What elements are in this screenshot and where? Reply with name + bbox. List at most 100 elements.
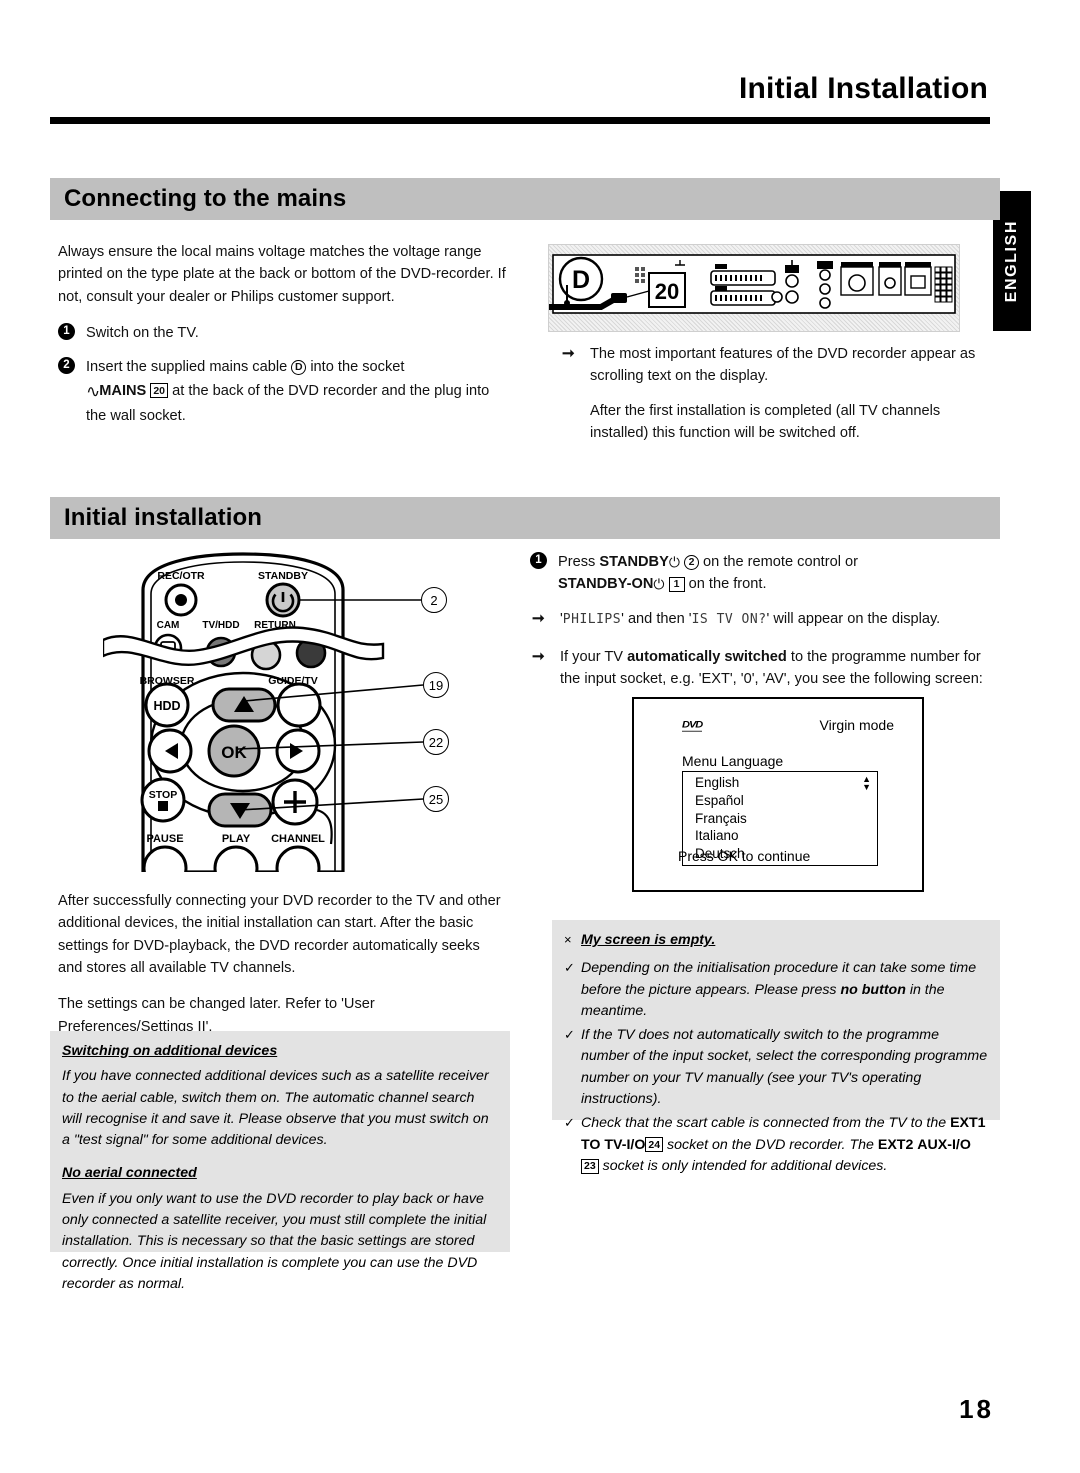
tip-right-item-1-bold: no button (840, 981, 906, 998)
tip-right-heading-row: × My screen is empty. (564, 930, 988, 955)
svg-text:STANDBY: STANDBY (258, 570, 308, 582)
menu-option-english[interactable]: English (683, 774, 877, 792)
menu-option-italiano[interactable]: Italiano (683, 827, 877, 845)
check-icon: ✓ (564, 1115, 575, 1131)
mains-note-1-text: The most important features of the DVD r… (590, 346, 976, 385)
tip-box-right: × My screen is empty. ✓ Depending on the… (552, 920, 1000, 1174)
socket-ref-23: 23 (581, 1158, 599, 1174)
page-title: Initial Installation (738, 72, 988, 105)
tv-screen-mockup: DVD Virgin mode Menu Language ▲ ▼ English… (632, 697, 924, 892)
arrow-right-icon: ➞ (562, 345, 575, 362)
cable-ref-badge: D (291, 360, 307, 376)
svg-text:TV/HDD: TV/HDD (202, 620, 239, 631)
mains-step-1: 1 Switch on the TV. (58, 322, 513, 344)
step-number-badge: 1 (58, 322, 75, 340)
mains-note-2-text: After the first installation is complete… (590, 402, 941, 441)
menu-option-espanol[interactable]: Español (683, 792, 877, 810)
mains-step-2: 2 Insert the supplied mains cable D into… (58, 356, 513, 427)
install-note-switched: ➞ If your TV automatically switched to t… (530, 646, 1000, 691)
mains-socket-ref: 20 (150, 383, 169, 399)
tip-right-item-3-b: socket on the DVD recorder. The (667, 1136, 874, 1153)
mains-right-column: ➞ The most important features of the DVD… (560, 343, 1000, 456)
install-note-display-mid: and then (627, 610, 685, 627)
svg-text:PLAY: PLAY (222, 833, 251, 845)
tip-right-item-3-c: socket is only intended for additional d… (602, 1157, 888, 1174)
mains-step-2-text-a: Insert the supplied mains cable (86, 359, 288, 376)
install-note-switched-pre: If your TV (560, 649, 623, 666)
remote-callout-22: 22 (423, 729, 449, 755)
arrow-right-icon: ➞ (532, 609, 545, 627)
install-step-1-press: Press (558, 554, 596, 570)
svg-text:HDD: HDD (153, 699, 180, 713)
dvd-logo-icon: DVD (682, 720, 703, 732)
display-text-philips: PHILIPS (562, 611, 622, 627)
svg-text:20: 20 (655, 279, 679, 304)
standby-ref-badge: 2 (683, 554, 699, 570)
manual-page: Initial Installation ENGLISH Connecting … (0, 0, 1080, 1473)
standby-on-button-label: STANDBY-ON (558, 576, 654, 593)
install-note-display: ➞ 'PHILIPS' and then 'IS TV ON?' will ap… (532, 609, 941, 627)
tip-right-item-2-text: If the TV does not automatically switch … (581, 1027, 988, 1108)
tip-right-item-3: ✓ Check that the scart cable is connecte… (564, 1113, 988, 1177)
svg-text:D: D (572, 266, 590, 294)
tip-right-heading: My screen is empty. (581, 932, 716, 948)
step-number-badge: 1 (530, 552, 547, 569)
install-step-1: 1 Press STANDBY⏻ 2 on the remote control… (530, 551, 1000, 596)
mains-step-2-text-b: into the socket (310, 359, 405, 376)
install-paragraph-1: After successfully connecting your DVD r… (58, 893, 501, 976)
mains-left-column: Always ensure the local mains voltage ma… (58, 241, 513, 439)
tip-left-heading-2: No aerial connected (62, 1165, 197, 1182)
standby-button-label: STANDBY (599, 554, 669, 570)
section-heading-install-label: Initial installation (64, 504, 263, 531)
install-note-switched-bold: automatically switched (627, 649, 787, 666)
section-heading-mains-label: Connecting to the mains (64, 185, 347, 212)
language-tab-label: ENGLISH (1003, 219, 1020, 303)
ac-wave-icon: ∿ (86, 381, 100, 401)
tip-right-item-1: ✓ Depending on the initialisation proced… (564, 958, 988, 1022)
tip-right-item-2: ✓ If the TV does not automatically switc… (564, 1025, 988, 1110)
install-right-column: 1 Press STANDBY⏻ 2 on the remote control… (530, 551, 1000, 703)
aux-io-label: AUX-I/O (917, 1136, 971, 1153)
socket-ref-24: 24 (645, 1137, 664, 1153)
menu-option-francais[interactable]: Français (683, 810, 877, 828)
svg-text:PAUSE: PAUSE (146, 833, 183, 845)
arrow-right-icon: ➞ (532, 648, 545, 666)
mains-socket-label: MAINS (99, 382, 147, 399)
title-rule (50, 117, 990, 124)
mains-intro: Always ensure the local mains voltage ma… (58, 244, 506, 305)
remote-control-svg: REC/OTR STANDBY CAM TV/HDD RETURN BROWSE… (101, 552, 424, 891)
remote-control-illustration: REC/OTR STANDBY CAM TV/HDD RETURN BROWSE… (101, 552, 463, 891)
install-left-column: After successfully connecting your DVD r… (58, 890, 508, 1038)
mains-step-2-text-c: at the back of the DVD recorder and the … (86, 382, 490, 424)
install-note-display-tail: will appear on the display. (773, 610, 941, 627)
to-tv-io-label: TO TV-I/O (581, 1136, 646, 1153)
tip-left-body-1: If you have connected additional devices… (62, 1068, 489, 1149)
step-number-badge: 2 (58, 357, 75, 375)
svg-text:CHANNEL: CHANNEL (271, 833, 325, 845)
tip-left-body-2: Even if you only want to use the DVD rec… (62, 1190, 487, 1292)
tv-mode-label: Virgin mode (819, 717, 894, 733)
svg-text:REC/OTR: REC/OTR (157, 570, 205, 582)
page-number: 18 (959, 1394, 994, 1424)
tip-right-item-3-a: Check that the scart cable is connected … (581, 1115, 947, 1132)
standby-on-ref-badge: 1 (668, 577, 685, 593)
install-step-1-remote-text: on the remote control or (703, 554, 858, 570)
tv-footer-hint: Press OK to continue (678, 848, 811, 864)
cross-icon: × (564, 932, 572, 947)
mains-note-1: ➞ The most important features of the DVD… (560, 343, 1000, 388)
check-icon: ✓ (564, 1027, 575, 1043)
svg-text:STOP: STOP (149, 789, 177, 801)
rear-panel-illustration: D 20 (548, 244, 960, 332)
remote-callout-2: 2 (421, 587, 447, 613)
ext2-label: EXT2 (877, 1136, 914, 1153)
menu-language-label: Menu Language (682, 753, 784, 769)
tip-left-heading-1: Switching on additional devices (62, 1043, 278, 1059)
display-text-is-tv-on: IS TV ON? (691, 611, 767, 627)
remote-callout-19: 19 (423, 672, 449, 698)
install-step-1-front-text: on the front. (688, 576, 767, 593)
section-heading-mains: Connecting to the mains (50, 178, 1000, 220)
power-icon: ⏻ (668, 554, 680, 570)
ext1-label: EXT1 (950, 1115, 986, 1132)
scroll-indicator-icon: ▲ ▼ (862, 774, 871, 792)
mains-step-1-text: Switch on the TV. (86, 324, 199, 341)
